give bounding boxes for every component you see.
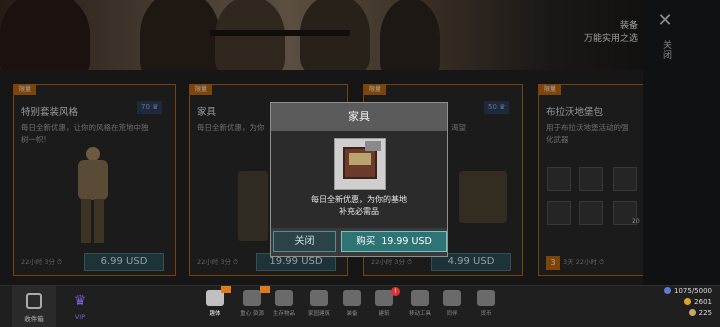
bottom-bar: 收件箱 ♛ VIP 趣体 重心 资源 生存物品 家园建筑 装备 建筑 ! 移动工… xyxy=(0,285,720,327)
buy-button[interactable]: 购买 19.99 USD xyxy=(341,231,447,252)
nav-item-companions[interactable]: 同伴 xyxy=(434,288,470,326)
buy-label: 购买 xyxy=(356,236,376,247)
nav-label: 趣体 xyxy=(209,311,221,317)
gold-counter: 2601 xyxy=(684,298,712,306)
dialog-actions: 关闭 购买 19.99 USD xyxy=(271,228,447,256)
nav-label: 装备 xyxy=(346,311,358,317)
nav-item-equipment[interactable]: 装备 xyxy=(334,288,370,326)
nav-label: 家园建筑 xyxy=(307,311,330,317)
nav-label: 建筑 xyxy=(378,311,390,317)
nav-label: 同伴 xyxy=(446,311,458,317)
dog-icon xyxy=(443,290,461,306)
motorbike-icon xyxy=(411,290,429,306)
tab-vip[interactable]: ♛ VIP xyxy=(58,286,102,327)
new-badge xyxy=(221,286,231,293)
nav-label: 生存物品 xyxy=(272,311,295,317)
nav-item-survival[interactable]: 生存物品 xyxy=(266,288,302,326)
gun-icon xyxy=(343,290,361,306)
nav-item-buildings[interactable]: 家园建筑 xyxy=(301,288,337,326)
inbox-icon xyxy=(26,293,42,309)
capacity-icon xyxy=(664,287,671,294)
nav-label: 重心 资源 xyxy=(240,311,264,317)
gem-counter: 225 xyxy=(688,309,712,317)
nav-label: 货币 xyxy=(480,311,492,317)
purchase-dialog: 家具 每日全新优惠，为你的基地 补充必需品 关闭 购买 19.99 USD xyxy=(270,102,448,257)
gem-icon xyxy=(688,309,696,316)
dialog-description: 每日全新优惠，为你的基地 补充必需品 xyxy=(311,195,407,216)
fire-icon xyxy=(275,290,293,306)
crown-icon: ♛ xyxy=(73,293,87,309)
tab-label: VIP xyxy=(74,313,86,321)
dialog-title: 家具 xyxy=(271,103,447,131)
capacity-counter: 1075/5000 xyxy=(664,287,712,295)
money-icon xyxy=(477,290,495,306)
tab-label: 收件箱 xyxy=(24,315,44,323)
furniture-icon xyxy=(334,138,386,190)
close-button[interactable]: 关闭 xyxy=(273,231,336,252)
gear-icon xyxy=(243,290,261,306)
dialog-body: 每日全新优惠，为你的基地 补充必需品 xyxy=(271,131,447,228)
nav-item-featured[interactable]: 趣体 xyxy=(197,288,233,326)
buy-price: 19.99 USD xyxy=(381,236,432,247)
nav-item-resources[interactable]: 重心 资源 xyxy=(234,288,270,326)
nav-item-currency[interactable]: 货币 xyxy=(468,288,504,326)
alert-badge: ! xyxy=(391,287,400,296)
coin-icon xyxy=(684,298,692,305)
tab-inbox[interactable]: 收件箱 xyxy=(12,286,56,327)
building-icon xyxy=(310,290,328,306)
nav-label: 移动工具 xyxy=(408,311,431,317)
nav-item-vehicles[interactable]: 移动工具 xyxy=(402,288,438,326)
